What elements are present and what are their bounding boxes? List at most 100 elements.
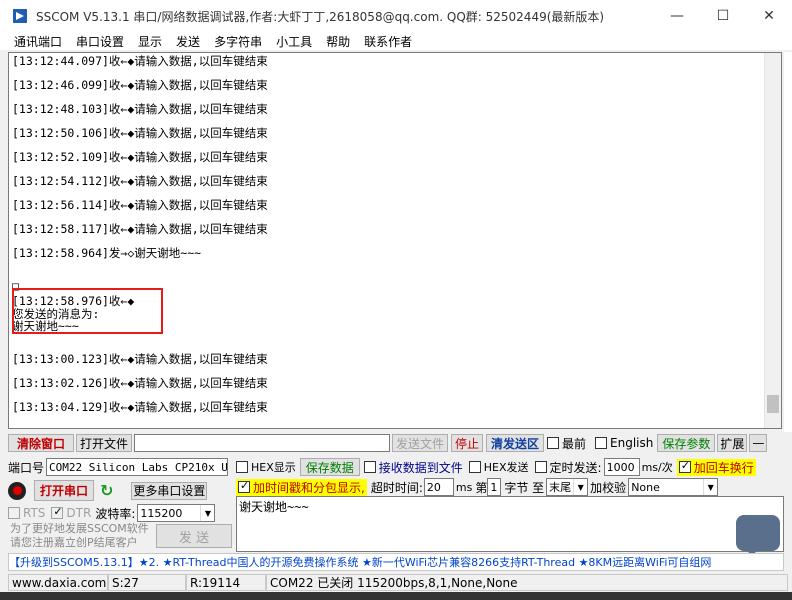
save-data-button[interactable]: 保存数据 xyxy=(299,458,360,476)
menu-item-comm-port[interactable]: 通讯端口 xyxy=(0,33,69,50)
chevron-down-icon[interactable]: ▼ xyxy=(703,479,718,495)
app-icon xyxy=(13,9,27,23)
timed-interval-input[interactable]: 1000 xyxy=(603,458,640,476)
end-select[interactable]: 末尾 ▼ xyxy=(546,478,589,496)
title-bar: SSCOM V5.13.1 串口/网络数据调试器,作者:大虾丁丁,2618058… xyxy=(0,0,792,32)
open-port-button[interactable]: 打开串口 xyxy=(34,480,94,501)
port-status: COM22 已关闭 115200bps,8,1,None,None xyxy=(266,574,788,591)
vertical-scrollbar[interactable] xyxy=(764,53,781,428)
english-label: English xyxy=(610,436,654,450)
port-value: COM22 Silicon Labs CP210x U xyxy=(49,460,228,474)
receive-line: [13:13:00.123]收←◆请输入数据,以回车键结束 xyxy=(12,352,268,366)
close-button[interactable]: ✕ xyxy=(746,0,792,32)
add-timestamp-label: 加时间戳和分包显示, xyxy=(253,480,365,495)
send-text-area[interactable]: 谢天谢地~~~ xyxy=(236,496,784,552)
english-checkbox[interactable]: English xyxy=(595,436,653,450)
timed-send-checkbox[interactable]: 定时发送: xyxy=(534,459,602,476)
taskbar-strip xyxy=(0,592,792,600)
byte-prefix: 第 xyxy=(475,480,488,495)
send-button[interactable]: 发 送 xyxy=(156,524,232,548)
highlight-box xyxy=(12,288,163,334)
hex-display-checkbox[interactable]: HEX显示 xyxy=(236,459,296,475)
checkbox-box[interactable] xyxy=(678,459,691,473)
ad-bar[interactable]: 【升级到SSCOM5.13.1】★2. ★RT-Thread中国人的开源免费操作… xyxy=(8,553,784,571)
more-settings-button[interactable]: 更多串口设置 xyxy=(131,481,208,500)
receive-line: [13:12:58.964]发→◇谢天谢地~~~ xyxy=(12,246,202,260)
website-link[interactable]: www.daxia.com xyxy=(8,574,108,591)
status-bar: www.daxia.com S:27 R:19114 COM22 已关闭 115… xyxy=(8,573,792,592)
clear-send-area-button[interactable]: 清发送区 xyxy=(486,434,544,452)
receive-text-area[interactable]: [13:12:44.097]收←◆请输入数据,以回车键结束 [13:12:46.… xyxy=(8,52,782,429)
checkbox-box[interactable] xyxy=(534,461,547,473)
received-count: R:19114 xyxy=(186,574,266,591)
baud-select[interactable]: 115200 ▼ xyxy=(137,504,216,522)
file-path-input[interactable] xyxy=(134,434,390,452)
promo-line: 为了更好地发展SSCOM软件 xyxy=(10,522,149,535)
port-label: 端口号 xyxy=(8,460,45,475)
end-value: 末尾 xyxy=(549,481,572,494)
receive-line: [13:12:54.112]收←◆请输入数据,以回车键结束 xyxy=(12,174,268,188)
topmost-checkbox[interactable]: 最前 xyxy=(547,435,586,452)
rts-checkbox[interactable] xyxy=(8,507,20,519)
hex-display-label: HEX显示 xyxy=(251,461,296,474)
checkbox-box[interactable] xyxy=(238,479,250,493)
receive-line: [13:12:44.097]收←◆请输入数据,以回车键结束 xyxy=(12,54,268,68)
menu-item-tools[interactable]: 小工具 xyxy=(269,33,319,50)
menu-item-multi-string[interactable]: 多字符串 xyxy=(207,33,269,50)
maximize-button[interactable]: ☐ xyxy=(700,0,746,32)
chevron-down-icon[interactable]: ▼ xyxy=(573,479,588,495)
menu-bar: 通讯端口 串口设置 显示 发送 多字符串 小工具 帮助 联系作者 xyxy=(0,32,792,50)
recv-to-file-checkbox[interactable]: 接收数据到文件 xyxy=(363,459,463,476)
checkbox-box[interactable] xyxy=(363,461,376,473)
options-panel: HEX显示 保存数据 接收数据到文件 HEX发送 定时发送: 1000 ms/次… xyxy=(236,456,784,496)
receive-line: [13:13:04.129]收←◆请输入数据,以回车键结束 xyxy=(12,400,268,414)
window-title: SSCOM V5.13.1 串口/网络数据调试器,作者:大虾丁丁,2618058… xyxy=(36,9,605,24)
save-params-button[interactable]: 保存参数 xyxy=(657,434,716,452)
checkbox-box[interactable] xyxy=(468,461,481,473)
timeout-unit: ms xyxy=(455,480,473,494)
refresh-icon[interactable]: ↻ xyxy=(100,481,113,500)
port-select[interactable]: COM22 Silicon Labs CP210x U ▼ xyxy=(46,458,229,476)
collapse-button[interactable]: — xyxy=(749,434,768,452)
receive-line: [13:12:56.114]收←◆请输入数据,以回车键结束 xyxy=(12,198,268,212)
hex-send-label: HEX发送 xyxy=(483,461,529,474)
clear-window-button[interactable]: 清除窗口 xyxy=(8,434,74,452)
scrollbar-thumb[interactable] xyxy=(767,395,779,413)
chevron-down-icon[interactable]: ▼ xyxy=(200,505,215,521)
port-settings-panel: 端口号 COM22 Silicon Labs CP210x U ▼ 打开串口 ↻… xyxy=(8,456,234,552)
minimize-button[interactable]: — xyxy=(654,0,700,32)
checkbox-box[interactable] xyxy=(547,437,559,449)
checksum-value: None xyxy=(631,480,660,494)
add-crlf-checkbox[interactable]: 加回车换行 xyxy=(676,458,756,476)
baud-value: 115200 xyxy=(140,506,183,520)
send-file-button[interactable]: 发送文件 xyxy=(392,434,448,452)
byte-index-input[interactable]: 1 xyxy=(487,478,502,496)
checksum-select[interactable]: None ▼ xyxy=(628,478,719,496)
chat-bubble-icon[interactable] xyxy=(736,515,780,557)
timeout-input[interactable]: 20 xyxy=(423,478,454,496)
receive-line: [13:12:48.103]收←◆请输入数据,以回车键结束 xyxy=(12,102,268,116)
menu-item-send[interactable]: 发送 xyxy=(169,33,207,50)
menu-item-serial-settings[interactable]: 串口设置 xyxy=(69,33,131,50)
menu-item-contact-author[interactable]: 联系作者 xyxy=(357,33,419,50)
right-panel-edge xyxy=(784,52,792,432)
hex-send-checkbox[interactable]: HEX发送 xyxy=(468,459,529,475)
checkbox-box[interactable] xyxy=(595,437,608,449)
add-timestamp-checkbox[interactable]: 加时间戳和分包显示, xyxy=(236,478,367,496)
toolbar-row: 清除窗口 打开文件 发送文件 停止 清发送区 最前 English 保存参数 扩… xyxy=(8,433,792,453)
menu-item-display[interactable]: 显示 xyxy=(131,33,169,50)
open-file-button[interactable]: 打开文件 xyxy=(76,434,132,452)
recv-to-file-label: 接收数据到文件 xyxy=(378,460,463,475)
menu-item-help[interactable]: 帮助 xyxy=(319,33,357,50)
checkbox-box[interactable] xyxy=(236,461,248,473)
timed-unit: ms/次 xyxy=(641,461,673,474)
receive-line: [13:12:50.106]收←◆请输入数据,以回车键结束 xyxy=(12,126,268,140)
ad-text[interactable]: 【升级到SSCOM5.13.1】★2. ★RT-Thread中国人的开源免费操作… xyxy=(9,554,711,570)
dtr-checkbox[interactable] xyxy=(51,505,64,519)
send-text: 谢天谢地~~~ xyxy=(239,500,309,514)
expand-button[interactable]: 扩展 xyxy=(717,434,748,452)
receive-line: [13:12:46.099]收←◆请输入数据,以回车键结束 xyxy=(12,78,268,92)
timed-send-label: 定时发送: xyxy=(549,460,602,475)
sent-count: S:27 xyxy=(108,574,186,591)
stop-button[interactable]: 停止 xyxy=(451,434,483,452)
